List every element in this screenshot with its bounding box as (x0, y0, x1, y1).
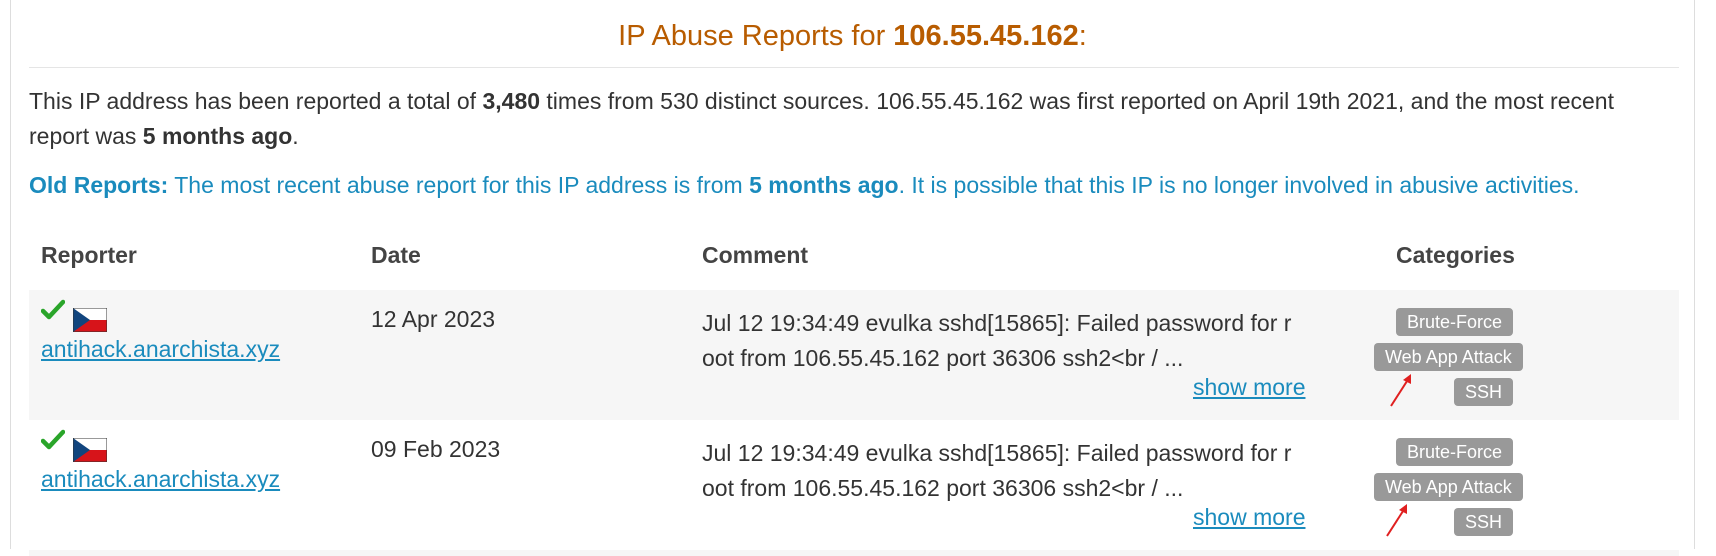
summary-text-1: This IP address has been reported a tota… (29, 88, 483, 114)
table-row: antihack.anarchista.xyz 09 Feb 2023 Jul … (29, 420, 1679, 556)
show-more-link[interactable]: show more (1193, 374, 1305, 401)
category-badge-web-app-attack[interactable]: Web App Attack (1374, 343, 1523, 371)
czech-flag-icon (73, 438, 107, 462)
report-comment: Jul 12 19:34:49 evulka sshd[15865]: Fail… (702, 440, 1292, 501)
checkmark-icon (41, 429, 65, 450)
title-divider (29, 67, 1679, 68)
old-reports-recent: 5 months ago (749, 172, 899, 198)
show-more-link[interactable]: show more (1193, 504, 1305, 531)
old-reports-label: Old Reports: (29, 172, 169, 198)
category-badge-brute-force[interactable]: Brute-Force (1396, 308, 1514, 336)
report-comment: Jul 12 19:34:49 evulka sshd[15865]: Fail… (702, 310, 1292, 371)
title-prefix: IP Abuse Reports for (618, 20, 894, 52)
category-badge-ssh[interactable]: SSH (1454, 378, 1514, 406)
header-reporter: Reporter (41, 242, 137, 268)
category-badge-web-app-attack[interactable]: Web App Attack (1374, 473, 1523, 501)
old-reports-text-2: . It is possible that this IP is no long… (898, 172, 1580, 198)
title-ip: 106.55.45.162 (893, 20, 1079, 52)
header-categories: Categories (1396, 242, 1515, 268)
header-comment: Comment (702, 242, 809, 268)
checkmark-icon (41, 299, 65, 320)
red-arrow-icon (1386, 504, 1407, 537)
table-row: antihack.anarchista.xyz 12 Apr 2023 Jul … (29, 290, 1679, 420)
summary-recent: 5 months ago (142, 123, 293, 149)
report-summary: This IP address has been reported a tota… (29, 84, 1679, 154)
old-reports-text-1: The most recent abuse report for this IP… (168, 172, 750, 198)
summary-total: 3,480 (482, 88, 541, 114)
report-date: 09 Feb 2023 (371, 436, 501, 462)
category-badge-brute-force[interactable]: Brute-Force (1396, 438, 1514, 466)
abuse-reports-panel: IP Abuse Reports for 106.55.45.162: This… (10, 0, 1695, 556)
title-suffix: : (1078, 20, 1087, 52)
reporter-link[interactable]: antihack.anarchista.xyz (41, 466, 280, 493)
reporter-link[interactable]: antihack.anarchista.xyz (41, 336, 280, 363)
next-row-edge (29, 550, 1679, 556)
old-reports-notice: Old Reports: The most recent abuse repor… (29, 168, 1689, 203)
summary-text-3: . (292, 123, 299, 149)
table-header: Reporter Date Comment Categories (29, 240, 1679, 286)
header-date: Date (371, 242, 421, 268)
page-title: IP Abuse Reports for 106.55.45.162: (11, 14, 1694, 58)
category-badge-ssh[interactable]: SSH (1454, 508, 1514, 536)
red-arrow-icon (1390, 374, 1411, 407)
report-date: 12 Apr 2023 (371, 306, 496, 332)
czech-flag-icon (73, 308, 107, 332)
